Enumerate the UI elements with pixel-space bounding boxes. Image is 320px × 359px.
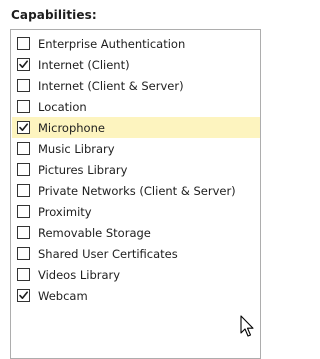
capability-item[interactable]: Proximity xyxy=(12,201,260,222)
capability-label: Internet (Client & Server) xyxy=(38,78,184,93)
capability-item[interactable]: Location xyxy=(12,96,260,117)
checkbox-unchecked[interactable] xyxy=(17,205,30,218)
checkbox-unchecked[interactable] xyxy=(17,142,30,155)
capability-label: Proximity xyxy=(38,204,92,219)
checkbox-unchecked[interactable] xyxy=(17,247,30,260)
capability-item[interactable]: Private Networks (Client & Server) xyxy=(12,180,260,201)
capability-label: Microphone xyxy=(38,120,105,135)
capability-label: Pictures Library xyxy=(38,162,128,177)
mouse-pointer-icon xyxy=(240,315,254,337)
checkbox-unchecked[interactable] xyxy=(17,163,30,176)
capability-label: Location xyxy=(38,99,87,114)
checkmark-icon xyxy=(19,60,28,68)
capability-item[interactable]: Enterprise Authentication xyxy=(12,33,260,54)
checkmark-icon xyxy=(19,291,28,299)
capability-label: Videos Library xyxy=(38,267,121,282)
capabilities-heading: Capabilities: xyxy=(11,8,97,22)
capability-item[interactable]: Webcam xyxy=(12,285,260,306)
checkbox-checked[interactable] xyxy=(17,121,30,134)
checkbox-unchecked[interactable] xyxy=(17,79,30,92)
checkbox-unchecked[interactable] xyxy=(17,226,30,239)
capability-item[interactable]: Shared User Certificates xyxy=(12,243,260,264)
capability-item[interactable]: Pictures Library xyxy=(12,159,260,180)
capability-item[interactable]: Videos Library xyxy=(12,264,260,285)
capability-label: Internet (Client) xyxy=(38,57,130,72)
capability-label: Private Networks (Client & Server) xyxy=(38,183,236,198)
checkbox-unchecked[interactable] xyxy=(17,184,30,197)
capability-label: Music Library xyxy=(38,141,115,156)
capability-item[interactable]: Removable Storage xyxy=(12,222,260,243)
capabilities-items: Enterprise Authentication Internet (Clien… xyxy=(12,33,260,306)
capability-item[interactable]: Internet (Client & Server) xyxy=(12,75,260,96)
capability-label: Webcam xyxy=(38,288,88,303)
checkbox-unchecked[interactable] xyxy=(17,268,30,281)
checkbox-checked[interactable] xyxy=(17,58,30,71)
capability-label: Removable Storage xyxy=(38,225,151,240)
capability-label: Enterprise Authentication xyxy=(38,36,186,51)
capability-item[interactable]: Microphone xyxy=(12,117,260,138)
capability-item[interactable]: Music Library xyxy=(12,138,260,159)
capabilities-list[interactable]: Enterprise Authentication Internet (Clien… xyxy=(10,29,261,359)
checkbox-unchecked[interactable] xyxy=(17,37,30,50)
capability-label: Shared User Certificates xyxy=(38,246,178,261)
checkmark-icon xyxy=(19,123,28,131)
checkbox-unchecked[interactable] xyxy=(17,100,30,113)
capability-item[interactable]: Internet (Client) xyxy=(12,54,260,75)
checkbox-checked[interactable] xyxy=(17,289,30,302)
